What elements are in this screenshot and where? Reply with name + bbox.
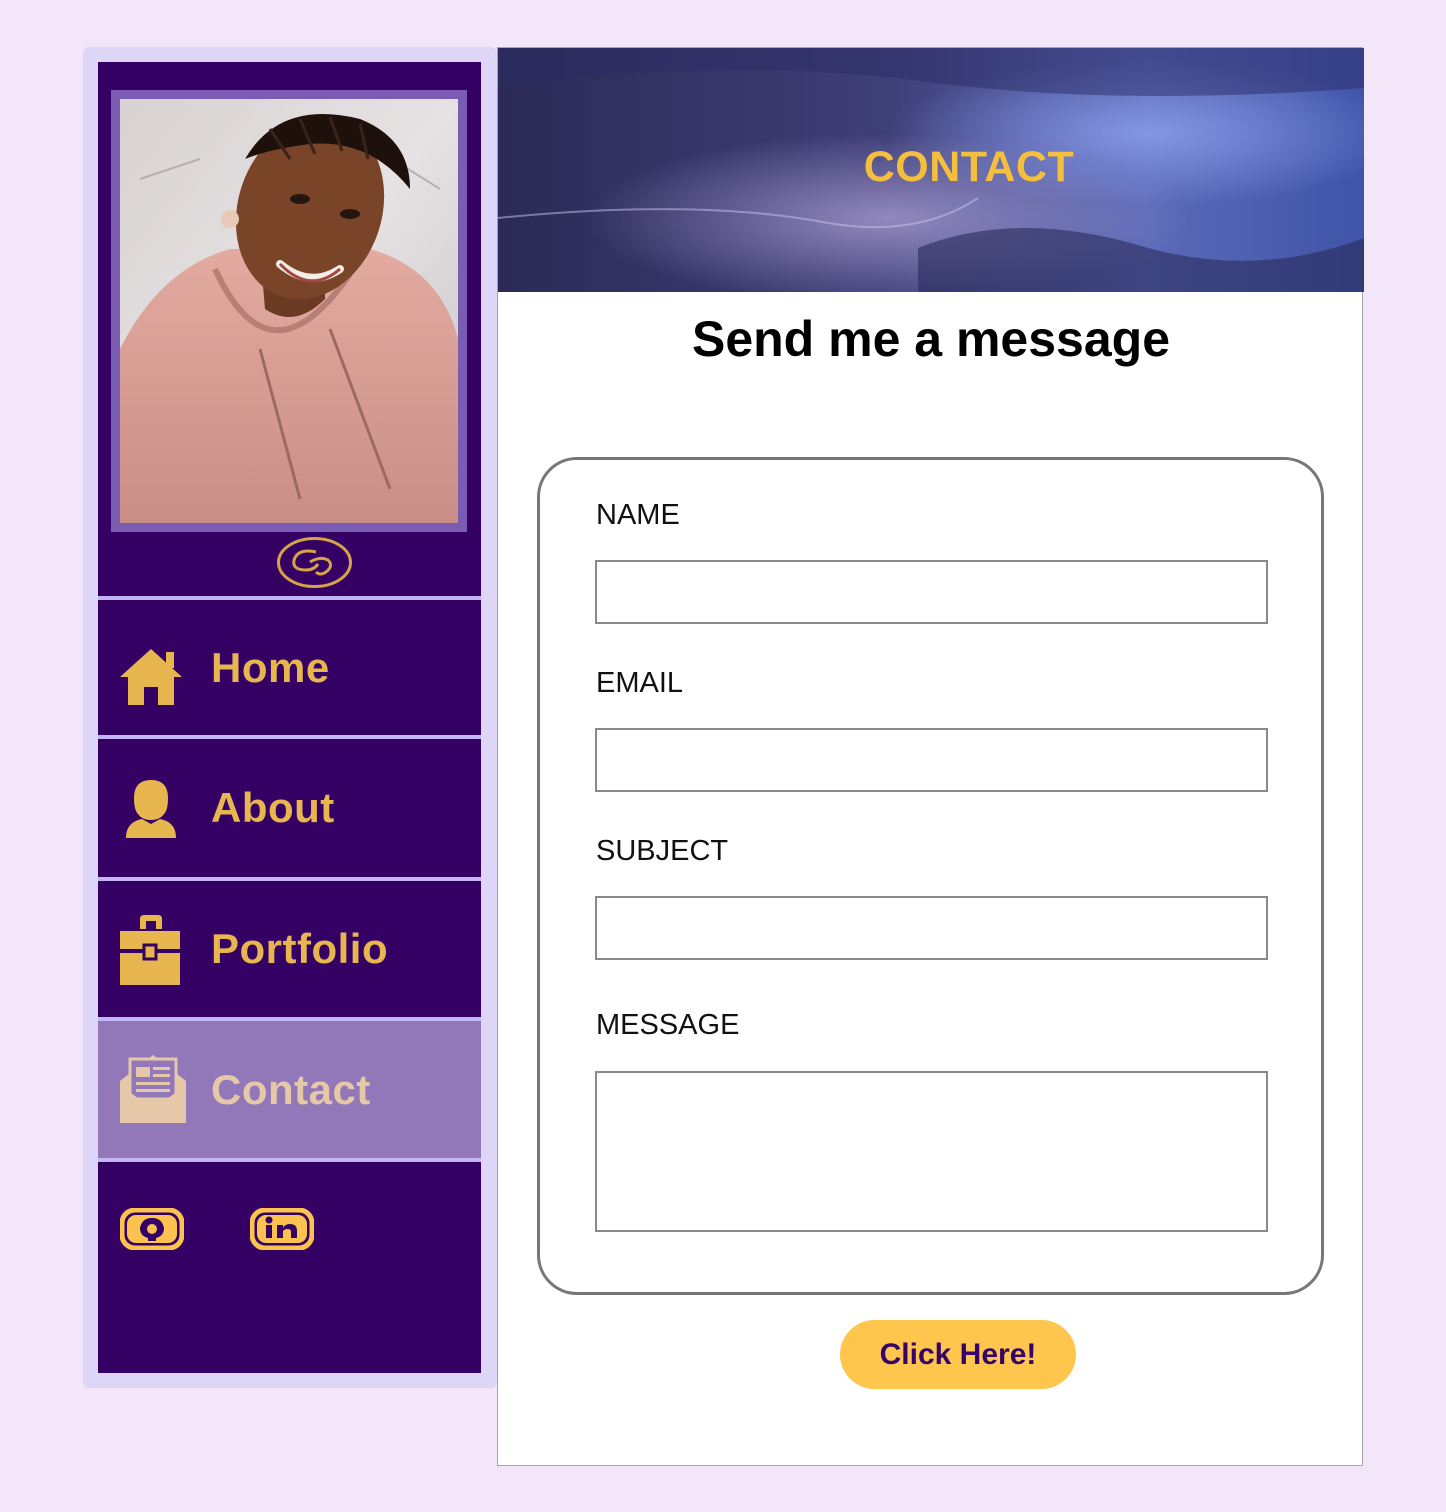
nav-item-home[interactable]: Home (98, 600, 481, 735)
hero-banner: CONTACT (498, 48, 1364, 292)
linkedin-icon[interactable] (249, 1207, 315, 1251)
name-label: NAME (596, 499, 680, 531)
main-content: CONTACT Send me a message NAME EMAIL SUB… (497, 47, 1364, 1466)
nav-label-home: Home (211, 643, 330, 691)
email-input[interactable] (595, 728, 1268, 792)
user-icon (120, 780, 182, 842)
nav-item-about[interactable]: About (98, 739, 481, 877)
submit-button[interactable]: Click Here! (840, 1320, 1076, 1389)
name-input[interactable] (595, 560, 1268, 624)
profile-photo (111, 90, 467, 532)
message-label: MESSAGE (596, 1009, 740, 1041)
hero-title: CONTACT (863, 143, 1075, 191)
message-textarea[interactable] (595, 1071, 1268, 1232)
subject-input[interactable] (595, 896, 1268, 960)
nav-item-portfolio[interactable]: Portfolio (98, 881, 481, 1017)
nav-item-contact[interactable]: Contact (98, 1021, 481, 1158)
page-title: Send me a message (691, 311, 1171, 367)
briefcase-icon (120, 915, 182, 985)
logo-icon[interactable] (276, 536, 353, 589)
home-icon (120, 649, 182, 711)
nav-label-portfolio: Portfolio (211, 925, 389, 972)
email-label: EMAIL (596, 667, 684, 699)
envelope-icon (120, 1055, 186, 1123)
nav-divider (98, 1158, 481, 1162)
github-icon[interactable] (119, 1207, 185, 1251)
subject-label: SUBJECT (596, 835, 729, 867)
nav-label-contact: Contact (211, 1065, 371, 1113)
nav-label-about: About (211, 784, 335, 831)
